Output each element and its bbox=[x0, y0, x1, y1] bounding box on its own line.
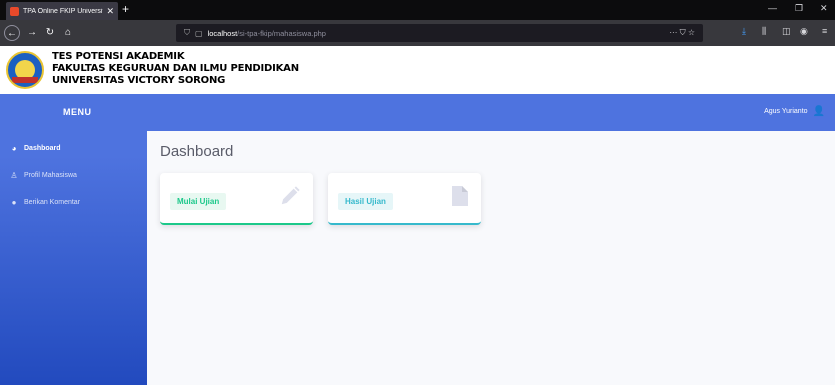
pencil-icon bbox=[281, 186, 300, 205]
reload-icon[interactable]: ↻ bbox=[42, 25, 58, 41]
hamburger-menu-icon[interactable]: ≡ bbox=[822, 26, 827, 36]
user-icon: 👤 bbox=[812, 106, 825, 117]
minimize-button[interactable]: — bbox=[768, 3, 777, 13]
url-bar[interactable]: ⛉ ▢ localhost/si-tpa-fkip/mahasiswa.php … bbox=[176, 24, 703, 42]
forward-icon[interactable]: → bbox=[24, 25, 40, 41]
browser-tab[interactable]: TPA Online FKIP Universitas Vi... ✕ bbox=[6, 2, 118, 20]
user-icon: ♙ bbox=[10, 171, 18, 180]
mulai-ujian-card[interactable]: Mulai Ujian bbox=[160, 173, 313, 225]
topbar: MENU Agus Yurianto 👤 bbox=[0, 94, 835, 131]
new-tab-button[interactable]: + bbox=[122, 2, 129, 16]
mulai-ujian-button[interactable]: Mulai Ujian bbox=[170, 193, 227, 210]
url-path: /si-tpa-fkip/mahasiswa.php bbox=[237, 28, 326, 38]
close-window-button[interactable]: ✕ bbox=[820, 3, 828, 14]
header-text: TES POTENSI AKADEMIK FAKULTAS KEGURUAN D… bbox=[52, 51, 299, 87]
download-icon[interactable]: ⤓ bbox=[742, 26, 746, 37]
header-line-1: TES POTENSI AKADEMIK bbox=[52, 51, 185, 62]
tab-title: TPA Online FKIP Universitas Vi... bbox=[23, 7, 103, 15]
hasil-ujian-button[interactable]: Hasil Ujian bbox=[338, 193, 393, 210]
tachometer-icon: ◕ bbox=[11, 144, 17, 153]
back-icon[interactable]: ← bbox=[4, 25, 20, 41]
shield-icon[interactable]: ⛉ bbox=[184, 28, 190, 38]
sidebar: ◕ Dashboard ♙ Profil Mahasiswa ● Berikan… bbox=[0, 131, 147, 385]
comment-icon: ● bbox=[11, 198, 17, 207]
favicon-icon bbox=[10, 6, 19, 16]
url-host: localhost bbox=[207, 28, 238, 38]
sidebar-item-label: Profil Mahasiswa bbox=[24, 172, 77, 179]
header-line-2: FAKULTAS KEGURUAN DAN ILMU PENDIDIKAN bbox=[52, 63, 299, 74]
library-icon[interactable]: ⫼ bbox=[762, 26, 766, 37]
home-icon[interactable]: ⌂ bbox=[60, 25, 76, 41]
main-content: Dashboard Mulai Ujian Hasil Ujian bbox=[147, 131, 835, 385]
menu-title: MENU bbox=[63, 107, 92, 117]
tab-close-icon[interactable]: ✕ bbox=[106, 6, 114, 17]
university-logo bbox=[6, 51, 44, 89]
page-info-icon[interactable]: ▢ bbox=[195, 29, 203, 38]
user-name: Agus Yurianto bbox=[764, 108, 808, 115]
browser-nav-bar: ← → ↻ ⌂ ⛉ ▢ localhost/si-tpa-fkip/mahasi… bbox=[0, 20, 835, 46]
web-page: TES POTENSI AKADEMIK FAKULTAS KEGURUAN D… bbox=[0, 46, 835, 385]
user-dropdown[interactable]: Agus Yurianto 👤 bbox=[764, 106, 825, 117]
restore-button[interactable]: ❐ bbox=[795, 3, 803, 14]
sidebar-item-berikan-komentar[interactable]: ● Berikan Komentar bbox=[10, 198, 80, 207]
sidebar-item-profil-mahasiswa[interactable]: ♙ Profil Mahasiswa bbox=[10, 171, 77, 180]
account-icon[interactable]: ◉ bbox=[800, 26, 808, 37]
url-actions-icon[interactable]: ··· ⛉ ☆ bbox=[669, 28, 695, 38]
brand-header: TES POTENSI AKADEMIK FAKULTAS KEGURUAN D… bbox=[0, 46, 835, 94]
browser-tab-bar: TPA Online FKIP Universitas Vi... ✕ + — … bbox=[0, 0, 835, 20]
sidebar-item-label: Berikan Komentar bbox=[24, 199, 81, 206]
sidebar-item-label: Dashboard bbox=[24, 145, 61, 152]
header-line-3: UNIVERSITAS VICTORY SORONG bbox=[52, 75, 226, 86]
page-title: Dashboard bbox=[160, 143, 234, 160]
hasil-ujian-card[interactable]: Hasil Ujian bbox=[328, 173, 481, 225]
logo-band bbox=[12, 77, 38, 83]
file-icon bbox=[452, 186, 468, 206]
sidebar-toggle-icon[interactable]: ◫ bbox=[782, 26, 791, 37]
sidebar-item-dashboard[interactable]: ◕ Dashboard bbox=[10, 144, 61, 153]
